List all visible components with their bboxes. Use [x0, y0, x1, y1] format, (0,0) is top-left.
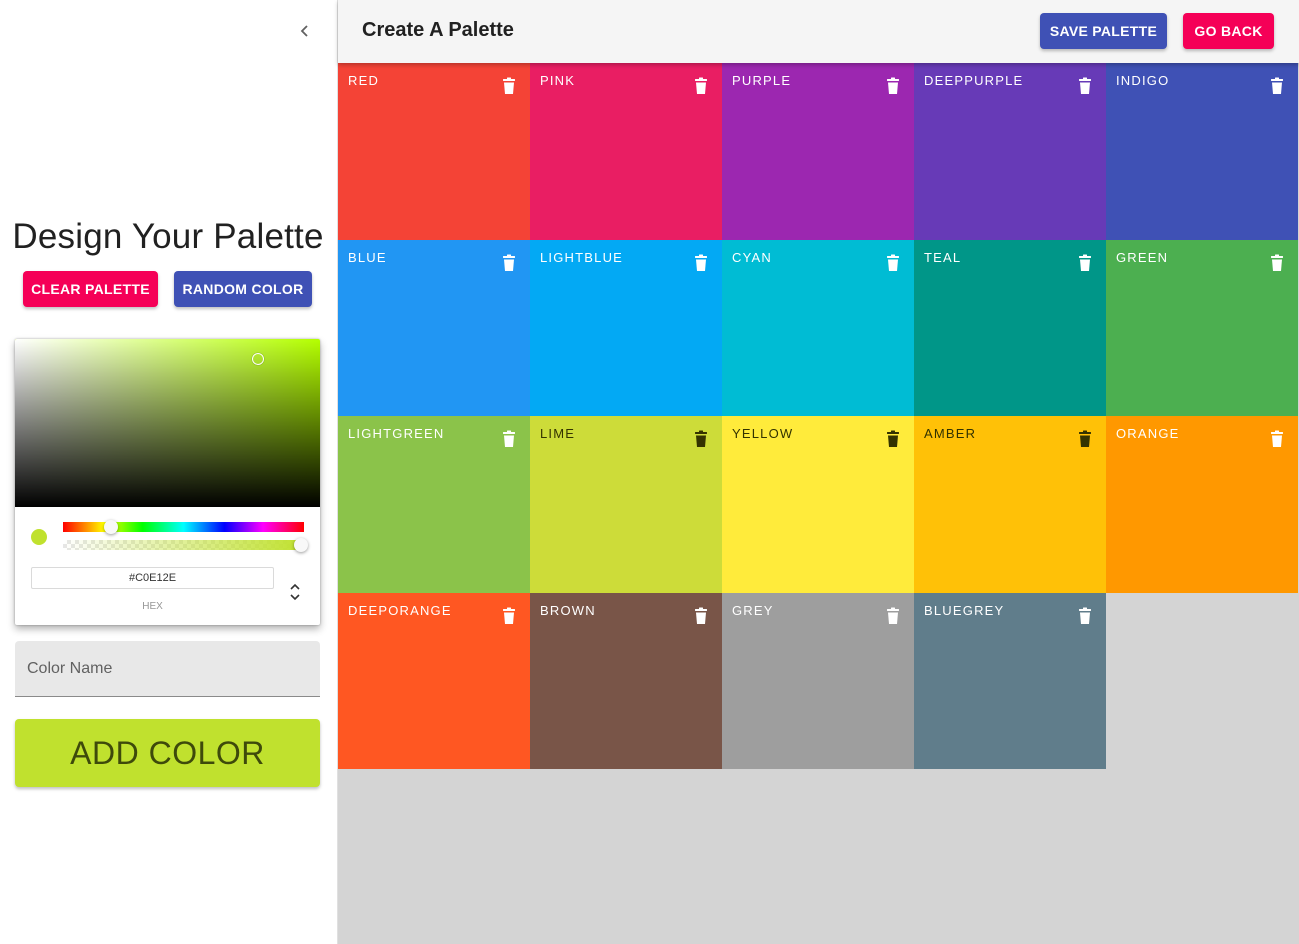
color-box-label: lime: [540, 426, 576, 441]
trash-icon[interactable]: [1075, 606, 1095, 626]
color-box-yellow[interactable]: yellow: [722, 416, 914, 593]
color-box-label: bluegrey: [924, 602, 1005, 618]
color-box-brown[interactable]: brown: [530, 592, 722, 769]
trash-icon[interactable]: [1075, 253, 1095, 273]
unfold-icon[interactable]: [285, 579, 305, 605]
trash-icon[interactable]: [691, 606, 711, 626]
hue-slider[interactable]: [63, 522, 304, 532]
color-box-cyan[interactable]: cyan: [722, 239, 914, 416]
color-box-grid: red pink purple deeppurple: [338, 63, 1298, 769]
trash-icon[interactable]: [691, 429, 711, 449]
color-box-bluegrey[interactable]: bluegrey: [914, 592, 1106, 769]
color-box-green[interactable]: green: [1106, 239, 1298, 416]
sidebar-drawer: Design Your Palette CLEAR PALETTE RANDOM…: [0, 0, 338, 944]
color-box-pink[interactable]: pink: [530, 63, 722, 240]
color-box-deeppurple[interactable]: deeppurple: [914, 63, 1106, 240]
color-box-label: grey: [732, 602, 774, 618]
trash-icon[interactable]: [1075, 76, 1095, 96]
trash-icon[interactable]: [691, 253, 711, 273]
trash-icon[interactable]: [1075, 429, 1095, 449]
drawer-title: Design Your Palette: [12, 217, 324, 256]
hex-input[interactable]: [31, 567, 274, 589]
saturation-handle[interactable]: [252, 353, 264, 365]
trash-icon[interactable]: [883, 76, 903, 96]
color-box-label: lightblue: [540, 249, 624, 265]
color-name-field[interactable]: [15, 641, 320, 697]
color-box-label: lightgreen: [348, 426, 445, 441]
color-box-label: cyan: [732, 249, 772, 265]
color-box-label: purple: [732, 73, 792, 88]
color-box-label: brown: [540, 602, 596, 618]
color-box-label: green: [1116, 249, 1169, 265]
add-color-button[interactable]: ADD COLOR: [15, 719, 320, 787]
app-bar: Create A Palette SAVE PALETTE GO BACK: [338, 0, 1299, 63]
trash-icon[interactable]: [499, 606, 519, 626]
chevron-left-icon[interactable]: [289, 15, 321, 47]
color-box-label: yellow: [732, 426, 794, 441]
color-name-input[interactable]: [15, 641, 320, 696]
color-box-label: teal: [924, 249, 962, 265]
page-title: Create A Palette: [362, 19, 514, 41]
color-box-lightblue[interactable]: lightblue: [530, 239, 722, 416]
color-box-lime[interactable]: lime: [530, 416, 722, 593]
color-box-teal[interactable]: teal: [914, 239, 1106, 416]
trash-icon[interactable]: [883, 606, 903, 626]
save-palette-button[interactable]: SAVE PALETTE: [1040, 13, 1167, 49]
palette-workspace: red pink purple deeppurple: [338, 63, 1299, 944]
color-box-red[interactable]: red: [338, 63, 530, 240]
trash-icon[interactable]: [1267, 429, 1287, 449]
color-box-indigo[interactable]: indigo: [1106, 63, 1298, 240]
color-box-orange[interactable]: orange: [1106, 416, 1298, 593]
color-picker: HEX: [15, 339, 320, 625]
color-box-label: deeppurple: [924, 73, 1024, 88]
saturation-area[interactable]: [15, 339, 320, 507]
color-box-grey[interactable]: grey: [722, 592, 914, 769]
color-box-amber[interactable]: amber: [914, 416, 1106, 593]
trash-icon[interactable]: [883, 253, 903, 273]
color-box-purple[interactable]: purple: [722, 63, 914, 240]
clear-palette-button[interactable]: CLEAR PALETTE: [23, 271, 158, 307]
trash-icon[interactable]: [1267, 253, 1287, 273]
color-box-deeporange[interactable]: deeporange: [338, 592, 530, 769]
color-box-label: red: [348, 73, 380, 88]
hue-slider-handle[interactable]: [104, 520, 118, 534]
color-box-blue[interactable]: blue: [338, 239, 530, 416]
alpha-slider-handle[interactable]: [294, 538, 308, 552]
go-back-button[interactable]: GO BACK: [1183, 13, 1274, 49]
trash-icon[interactable]: [499, 76, 519, 96]
color-box-label: orange: [1116, 426, 1180, 441]
current-color-swatch: [31, 529, 47, 545]
trash-icon[interactable]: [499, 429, 519, 449]
random-color-button[interactable]: RANDOM COLOR: [174, 271, 312, 307]
color-box-label: indigo: [1116, 73, 1170, 88]
trash-icon[interactable]: [499, 253, 519, 273]
trash-icon[interactable]: [691, 76, 711, 96]
color-box-label: blue: [348, 249, 387, 265]
color-box-label: amber: [924, 426, 977, 441]
color-box-label: pink: [540, 73, 576, 88]
trash-icon[interactable]: [1267, 76, 1287, 96]
trash-icon[interactable]: [883, 429, 903, 449]
color-box-lightgreen[interactable]: lightgreen: [338, 416, 530, 593]
alpha-slider[interactable]: [63, 540, 304, 550]
hex-label: HEX: [142, 601, 163, 612]
color-box-label: deeporange: [348, 602, 452, 618]
